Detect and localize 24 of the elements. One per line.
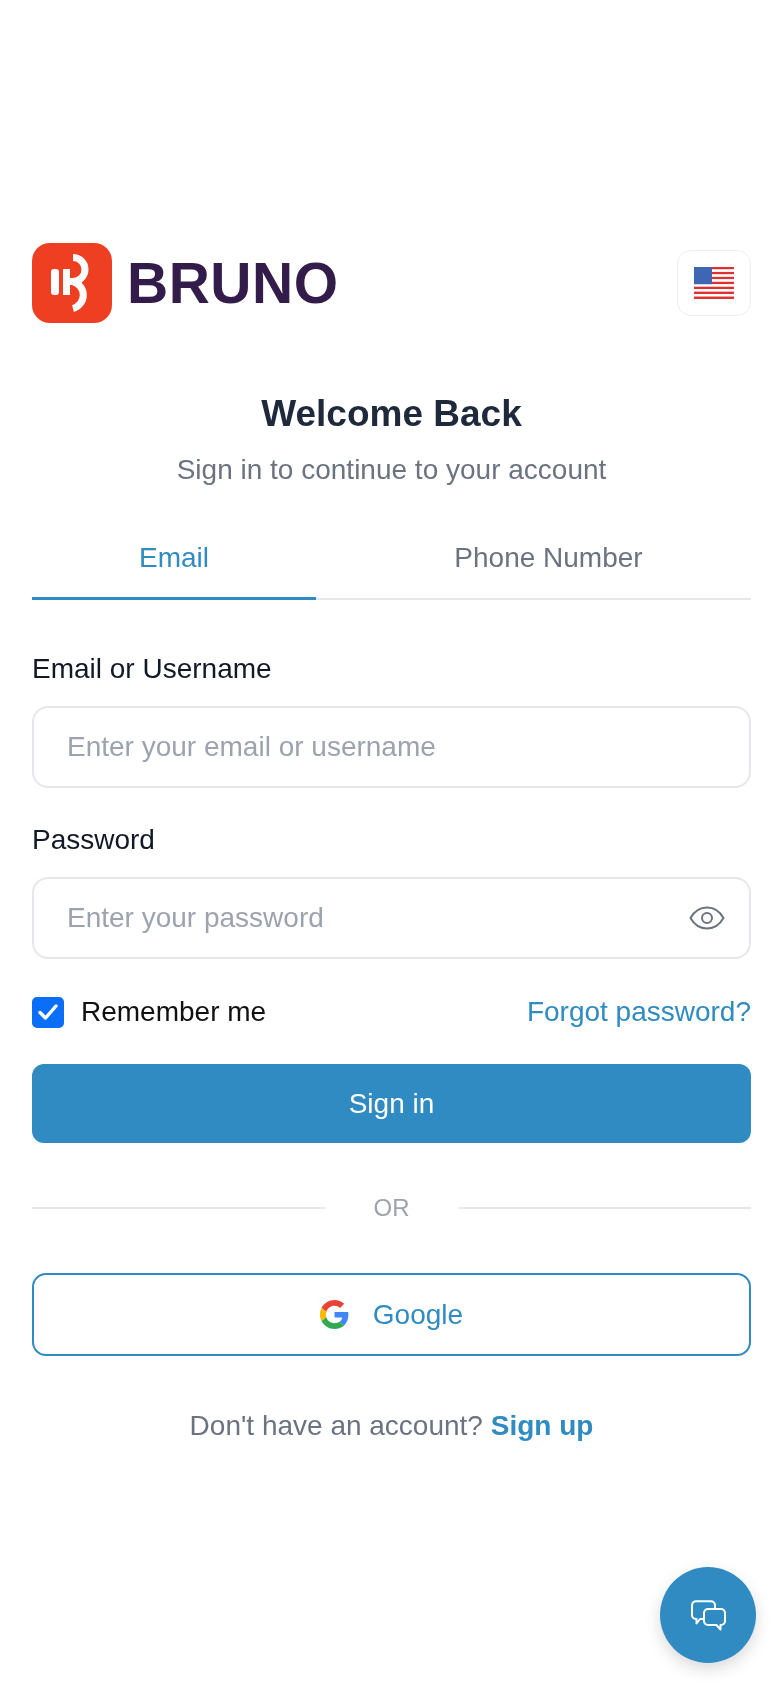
- check-icon: [38, 1004, 58, 1020]
- google-icon: [319, 1300, 349, 1329]
- google-button[interactable]: Google: [32, 1273, 751, 1356]
- checkbox-label: Remember me: [81, 995, 267, 1029]
- sign-in-button[interactable]: Sign in: [32, 1064, 751, 1143]
- input-field[interactable]: Enter your password: [32, 877, 751, 959]
- tab[interactable]: Email: [32, 521, 316, 600]
- language-button[interactable]: [677, 250, 751, 316]
- logo-text: BRUNO: [127, 254, 339, 312]
- field-label: Email or Username: [32, 652, 273, 686]
- field-label: Password: [32, 823, 156, 857]
- divider-text: OR: [373, 1193, 410, 1223]
- chat-icon: [690, 1599, 726, 1631]
- tab[interactable]: Phone Number: [316, 521, 751, 600]
- logo-icon: [32, 243, 112, 323]
- page-subtitle: Sign in to continue to your account: [175, 453, 608, 487]
- sign-up-link[interactable]: Sign up: [490, 1410, 594, 1441]
- checkbox[interactable]: [32, 996, 64, 1028]
- page-title: Welcome Back: [260, 392, 523, 436]
- flag-icon: [694, 267, 734, 299]
- input-field[interactable]: Enter your email or username: [32, 706, 751, 788]
- eye-icon[interactable]: [689, 906, 725, 930]
- signup-prompt: Don't have an account? Sign up: [188, 1409, 595, 1443]
- forgot-password-link[interactable]: Forgot password?: [526, 995, 751, 1029]
